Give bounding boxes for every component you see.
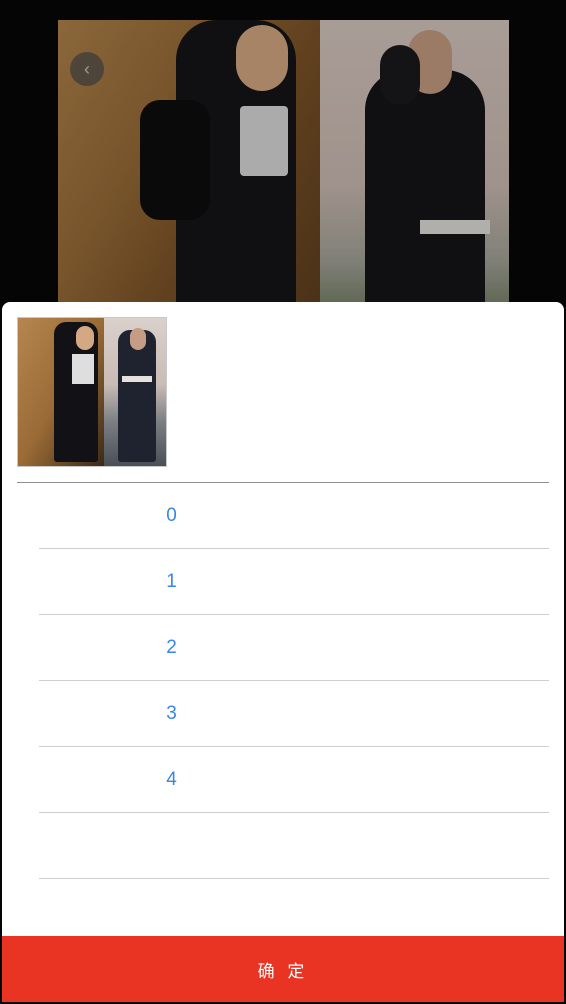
option-label: 4 [166, 769, 177, 790]
option-list: 0 1 2 3 4 [39, 483, 549, 879]
dim-overlay [58, 20, 509, 320]
back-arrow-icon[interactable]: ‹ [70, 52, 104, 86]
product-thumbnail [17, 317, 167, 467]
confirm-button[interactable]: 确 定 [2, 936, 564, 1002]
screen: ‹ 0 1 2 3 4 确 定 [0, 0, 566, 1004]
option-item[interactable]: 0 [39, 483, 549, 549]
option-item[interactable]: 3 [39, 681, 549, 747]
option-label: 1 [166, 571, 177, 592]
option-label: 0 [166, 505, 177, 526]
option-sheet: 0 1 2 3 4 确 定 [2, 302, 564, 1002]
product-image [58, 20, 509, 320]
option-item[interactable]: 2 [39, 615, 549, 681]
option-item[interactable]: 4 [39, 747, 549, 813]
option-item[interactable]: 1 [39, 549, 549, 615]
option-item[interactable] [39, 813, 549, 879]
option-label: 2 [166, 637, 177, 658]
option-label: 3 [166, 703, 177, 724]
